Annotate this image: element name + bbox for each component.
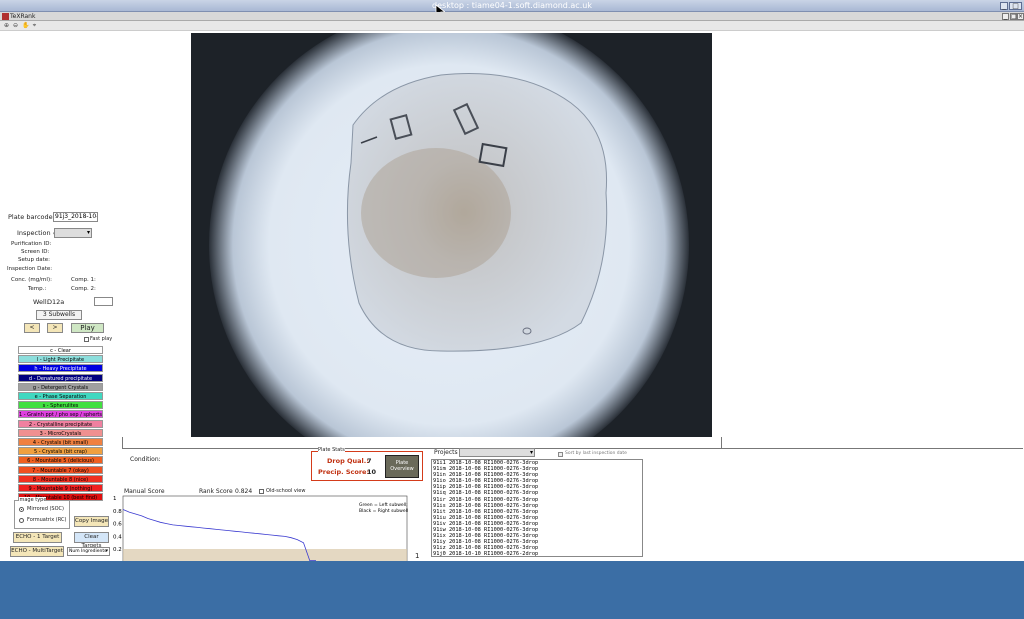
score-button[interactable]: 5 - Crystals (bit crap) xyxy=(18,447,103,456)
num-ingredients-select[interactable]: Num Ingredients ▾ xyxy=(67,547,110,556)
echo-multitarget-button[interactable]: ECHO - MultiTarget xyxy=(10,546,64,557)
y-tick-label: 0.8 xyxy=(113,509,122,515)
drop-qual-label: Drop Qual.: xyxy=(327,457,369,465)
drop-image[interactable] xyxy=(191,33,712,437)
drop-qual-value: 7 xyxy=(367,457,372,465)
desktop-background xyxy=(0,561,1024,619)
num-ingredients-value: Num Ingredients xyxy=(69,549,107,554)
chevron-down-icon: ▾ xyxy=(105,548,108,554)
plate-stats-box: Plate Stats Drop Qual.: 7 Precip. Score:… xyxy=(311,447,423,481)
sort-checkbox[interactable] xyxy=(558,452,563,457)
image-type-group: Image type Mirrored (SOC) Formuatrix (RC… xyxy=(14,497,70,529)
plate-overview-line2: Overview xyxy=(390,466,414,472)
score-button[interactable]: g - Detergent Crystals xyxy=(18,382,103,391)
subwells-button[interactable]: 3 Subwells xyxy=(36,310,82,320)
next-button[interactable]: > xyxy=(47,323,63,333)
score-button[interactable]: 2 - Crystalline precipitate xyxy=(18,419,103,428)
echo-1-target-button[interactable]: ECHO - 1 Target xyxy=(13,532,62,543)
score-button[interactable]: 7 - Mountable 7 (okay) xyxy=(18,465,103,474)
well-value: D12a xyxy=(47,298,65,306)
chart-right-value: 1 xyxy=(415,552,420,560)
plate-barcode-field[interactable]: 91j3_2018-10- xyxy=(53,212,98,222)
radio-mirrored-label: Mirrored (SOC) xyxy=(27,506,64,512)
score-button[interactable]: 9 - Mountable 9 (nothing) xyxy=(18,484,103,492)
score-button[interactable]: 3 - MicroCrystals xyxy=(18,428,103,437)
app-minimize-button[interactable]: _ xyxy=(1002,13,1009,20)
inspection-select[interactable]: ▾ xyxy=(54,228,92,238)
plate-overview-button[interactable]: Plate Overview xyxy=(385,455,419,478)
condition-label: Condition: xyxy=(130,456,161,463)
legend-line2: Black = Right subwell xyxy=(359,508,408,514)
temp-label: Temp.: xyxy=(28,286,47,292)
radio-formulatrix[interactable] xyxy=(19,518,24,523)
radio-formulatrix-label: Formuatrix (RC) xyxy=(27,517,67,523)
inspection-date-label: Inspection Date: xyxy=(7,266,53,272)
app-title: TeXRank xyxy=(10,13,36,20)
y-tick-label: 0.2 xyxy=(113,547,122,553)
comp2-label: Comp. 2: xyxy=(71,286,96,292)
projects-label: Projects xyxy=(434,449,458,456)
score-button[interactable]: d - Denatured precipitate xyxy=(18,373,103,382)
copy-image-button[interactable]: Copy Image xyxy=(74,516,109,527)
score-button[interactable]: 1 - Grainh ppt / pho sep / spherts xyxy=(18,410,103,419)
chevron-down-icon: ▾ xyxy=(529,449,533,456)
fast-play-checkbox[interactable] xyxy=(84,337,89,342)
fast-play-label: Fast play xyxy=(90,336,113,342)
app-close-button[interactable]: × xyxy=(1017,13,1024,20)
maximize-button[interactable]: □ xyxy=(1009,2,1022,10)
y-tick-label: 0.4 xyxy=(113,534,122,540)
sort-label: Sort by last inspection date xyxy=(565,451,627,456)
well-input[interactable] xyxy=(94,297,113,306)
comp1-label: Comp. 1: xyxy=(71,277,96,283)
minimize-button[interactable]: _ xyxy=(1000,2,1008,10)
divider xyxy=(122,448,1023,449)
zoom-in-icon[interactable]: ⊕ xyxy=(3,22,10,29)
matlab-logo-icon xyxy=(2,13,9,20)
pan-icon[interactable]: ✋ xyxy=(22,22,29,29)
precip-score-value: 10 xyxy=(367,468,377,476)
score-button[interactable]: 8 - Mountable 8 (nice) xyxy=(18,474,103,483)
drop-image-graphic xyxy=(191,33,712,437)
setup-date-label: Setup date: xyxy=(18,257,51,263)
projects-select[interactable]: ▾ xyxy=(459,448,535,457)
score-button[interactable]: c - Clear xyxy=(18,346,103,354)
window-title: desktop : tiame04-1.soft.diamond.ac.uk xyxy=(432,1,592,10)
figure-toolbar: ⊕ ⊖ ✋ ⌖ xyxy=(0,21,1024,31)
list-item[interactable]: 91j0 2018-10-10 RI1000-0276-2drop xyxy=(432,551,642,556)
datatip-icon[interactable]: ⌖ xyxy=(31,22,38,29)
divider xyxy=(721,437,722,449)
prev-button[interactable]: < xyxy=(24,323,40,333)
image-type-title: Image type xyxy=(18,497,47,503)
plate-barcode-label: Plate barcode: xyxy=(8,213,55,221)
clear-targets-button[interactable]: Clear Targets xyxy=(74,532,109,549)
window-titlebar: desktop : tiame04-1.soft.diamond.ac.uk _… xyxy=(0,0,1024,18)
legend-line1: Green = Left subwell; xyxy=(359,502,408,508)
score-button[interactable]: l - Light Precipitate xyxy=(18,355,103,364)
score-button[interactable]: 6 - Mountable 5 (delicious) xyxy=(18,456,103,465)
play-button[interactable]: Play xyxy=(71,323,104,333)
score-button[interactable]: 4 - Crystals (bit small) xyxy=(18,438,103,446)
screen-id-label: Screen ID: xyxy=(21,249,50,255)
app-titlebar: TeXRank _ □ × xyxy=(0,12,1024,21)
score-button[interactable]: h - Heavy Precipitate xyxy=(18,364,103,373)
plate-stats-title: Plate Stats xyxy=(318,447,345,453)
purification-id-label: Purification ID: xyxy=(11,241,52,247)
precip-score-label: Precip. Score: xyxy=(318,468,370,476)
chevron-down-icon: ▾ xyxy=(86,229,90,236)
y-tick-label: 1 xyxy=(113,496,117,502)
score-button[interactable]: s - Spherulites xyxy=(18,401,103,410)
radio-mirrored[interactable] xyxy=(19,507,24,512)
projects-listbox[interactable]: 91i1 2018-10-08 RI1000-0276-3drop 91im 20… xyxy=(431,459,643,557)
rank-chart[interactable]: 1 0.8 0.6 0.4 0.2 Green = Left subwell; Blac… xyxy=(113,484,413,564)
score-button[interactable]: e - Phase Separation xyxy=(18,392,103,400)
app-window: TeXRank _ □ × ⊕ ⊖ ✋ ⌖ Plate barcode: 91j… xyxy=(0,12,1024,564)
y-tick-label: 0.6 xyxy=(113,522,122,528)
conc-label: Conc. (mg/ml): xyxy=(11,277,52,283)
app-maximize-button[interactable]: □ xyxy=(1010,13,1017,20)
zoom-out-icon[interactable]: ⊖ xyxy=(12,22,19,29)
